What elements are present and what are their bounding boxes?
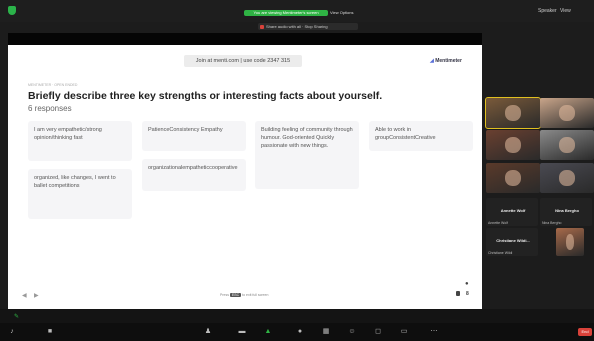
esc-key-badge: ESC [229,293,242,297]
next-slide-icon[interactable]: ▶ [34,292,39,299]
apps-icon[interactable]: ◻ [372,327,384,336]
participant-name-tile[interactable]: Annette Wolf Annette Wolf [486,198,538,226]
response-card: I am very empathetic/strong opinion/thin… [28,121,132,161]
mentimeter-logo-text: Mentimeter [435,58,462,64]
sharing-note[interactable]: Share audio with all · Stop Sharing [258,23,358,30]
end-meeting-button[interactable]: End [578,328,592,336]
participant-display-name: Christiane Wildi... [496,238,530,243]
join-code-banner: Join at menti.com | use code 2347 315 [184,55,302,67]
participant-face [504,169,522,187]
previous-slide-icon[interactable]: ◀ [22,292,27,299]
participant-video-tile[interactable] [486,130,540,160]
participant-face [504,136,522,154]
participant-display-name: Nina Bergho [555,208,579,213]
meeting-toolbar: ♪ ■ ♟ ▬ ▲ ● ▦ ☺ ◻ ▭ ⋯ End [0,323,594,341]
participant-icon: ● [465,281,469,287]
participants-icon[interactable]: ♟ [202,327,214,336]
reactions-icon[interactable]: ☺ [346,327,358,336]
video-camera-icon[interactable]: ■ [44,327,56,336]
participant-video-tile[interactable] [540,98,594,128]
response-card: Building feeling of community through hu… [255,121,359,189]
question-title: Briefly describe three key strengths or … [28,90,383,102]
fullscreen-hint: Press ESC to exit full screen [220,293,269,297]
share-screen-icon[interactable]: ▲ [262,327,274,336]
zoom-meeting-window: You are viewing Mentimeter's screen View… [0,0,594,341]
participant-count: 8 [466,291,469,297]
view-button[interactable]: View [560,8,571,14]
participant-video-tile[interactable] [556,228,584,256]
participant-video-tile[interactable] [485,97,541,129]
annotate-pen-icon[interactable]: ✎ [14,313,19,320]
share-banner[interactable]: You are viewing Mentimeter's screen [244,10,328,16]
participant-face [558,104,576,122]
breakout-rooms-icon[interactable]: ▦ [320,327,332,336]
participant-display-name: Annette Wolf [500,208,526,213]
speaker-view-button[interactable]: Speaker [538,8,557,14]
mentimeter-logo: ◢ Mentimeter [430,58,462,64]
response-card: organizationalempatheticcooperative [142,159,246,191]
participant-name-tile[interactable]: Christiane Wildi... Christiane Wildi [486,228,538,256]
whiteboard-icon[interactable]: ▭ [398,327,410,336]
participant-video-tile[interactable] [486,163,540,193]
top-bar: You are viewing Mentimeter's screen View… [0,0,594,22]
response-card: Able to work in groupConsistentCreative [369,121,473,151]
participant-video-tile[interactable] [540,163,594,193]
view-options-button[interactable]: View Options [330,10,366,16]
microphone-icon[interactable]: ♪ [6,327,18,336]
response-card: PatienceConsistency Empathy [142,121,246,151]
mentimeter-slide: Join at menti.com | use code 2347 315 ◢ … [8,45,482,309]
response-card: organized, like changes, I went to balle… [28,169,132,219]
share-footer-strip: ✎ [0,309,594,323]
record-icon[interactable]: ● [294,327,306,336]
participant-name-tile[interactable]: Nina Bergho Nina Bergho [540,198,592,226]
participant-name-label: Annette Wolf [488,221,508,225]
more-icon[interactable]: ⋯ [428,327,440,336]
responses-count: 6 responses [28,104,72,113]
participant-name-label: Nina Bergho [542,221,562,225]
participant-face [565,234,575,250]
participant-face [558,136,576,154]
shared-screen-top-strip [8,33,482,45]
sharing-note-text: Share audio with all · Stop Sharing [266,24,328,29]
chat-icon[interactable]: ▬ [236,327,248,336]
record-dot-icon [260,24,264,29]
lock-icon [456,291,460,296]
participant-face [558,169,576,187]
security-shield-icon[interactable] [8,6,16,15]
participant-video-tile[interactable] [540,130,594,160]
participant-name-label: Christiane Wildi [488,251,513,255]
participant-face [504,104,522,122]
question-type-label: MENTIMETER · OPEN ENDED [28,83,78,87]
